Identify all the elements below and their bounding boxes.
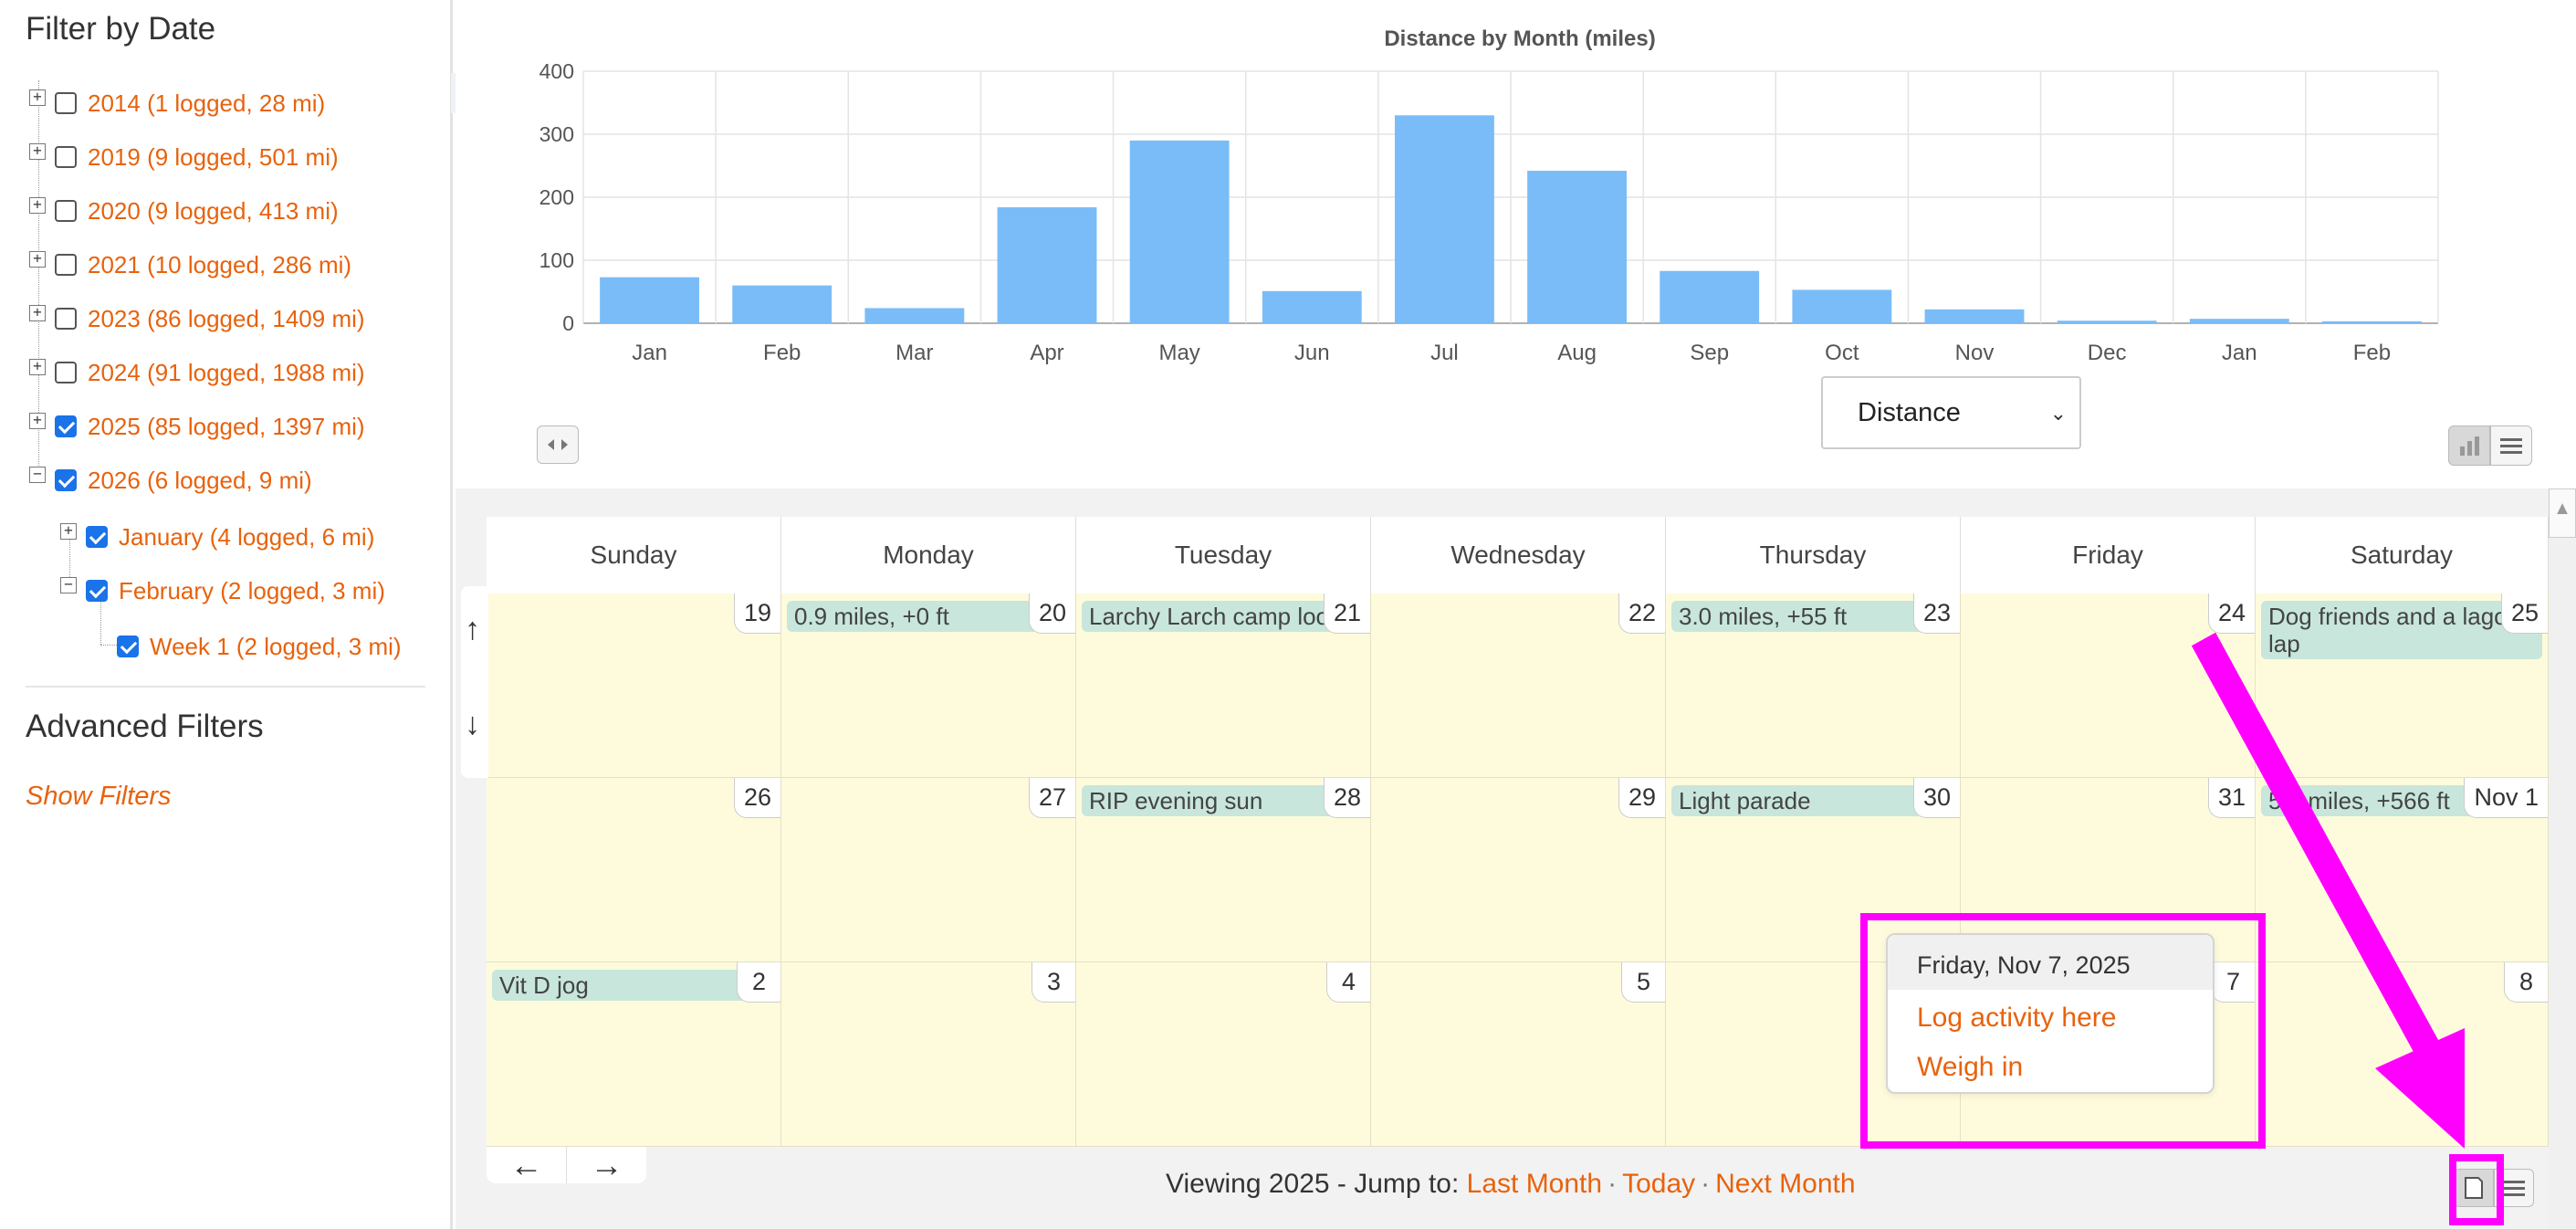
annotation-arrow [2191,632,2465,1149]
